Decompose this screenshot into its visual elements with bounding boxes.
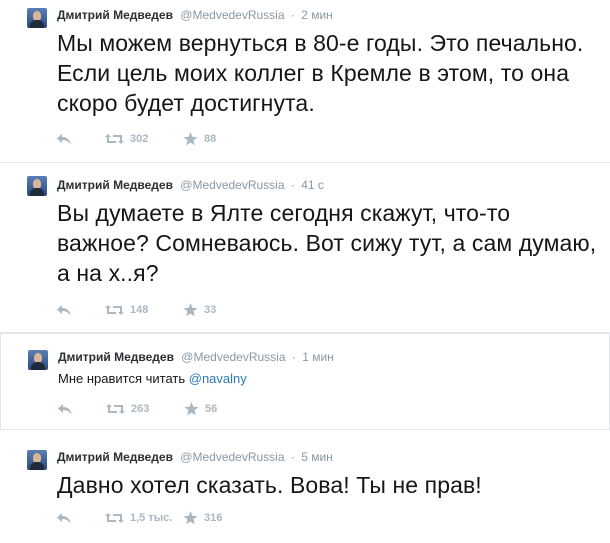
favorite-count: 33 xyxy=(204,304,217,316)
tweet-feed: Дмитрий Медведев @MedvedevRussia · 2 мин… xyxy=(0,0,610,543)
favorite-count: 88 xyxy=(204,133,217,145)
retweet-count: 263 xyxy=(131,403,150,415)
separator-dot: · xyxy=(290,450,295,464)
tweet-text: Мы можем вернуться в 80-е годы. Это печа… xyxy=(57,30,584,116)
retweet-count: 302 xyxy=(130,133,149,145)
star-icon xyxy=(183,511,198,525)
author-username[interactable]: @MedvedevRussia xyxy=(180,450,284,464)
tweet-header: Дмитрий Медведев @MedvedevRussia · 2 мин xyxy=(57,7,333,23)
retweet-button[interactable]: 148 xyxy=(105,304,183,316)
tweet-time[interactable]: 5 мин xyxy=(301,450,333,464)
separator-dot: · xyxy=(290,178,295,192)
tweet-text: Вы думаете в Ялте сегодня скажут, что-то… xyxy=(57,200,597,286)
tweet-actions: 302 88 xyxy=(57,131,243,147)
tweet-text: Мне нравится читать @navalny xyxy=(58,370,598,388)
author-username[interactable]: @MedvedevRussia xyxy=(180,8,284,22)
author-fullname[interactable]: Дмитрий Медведев xyxy=(57,450,173,464)
tweet-text-prefix: Мне нравится читать xyxy=(58,371,189,386)
reply-arrow-icon xyxy=(57,133,71,144)
reply-button[interactable] xyxy=(57,304,87,316)
retweet-count: 148 xyxy=(130,304,149,316)
reply-arrow-icon xyxy=(57,304,71,315)
tweet[interactable]: Дмитрий Медведев @MedvedevRussia · 2 мин… xyxy=(0,0,610,163)
retweet-button[interactable]: 302 xyxy=(105,133,183,145)
retweet-button[interactable]: 263 xyxy=(106,403,184,415)
reply-arrow-icon xyxy=(57,512,71,523)
retweet-button[interactable]: 1,5 тыс. xyxy=(105,512,183,524)
author-fullname[interactable]: Дмитрий Медведев xyxy=(57,8,173,22)
separator-dot: · xyxy=(291,350,296,364)
retweet-icon xyxy=(105,305,124,315)
retweet-count: 1,5 тыс. xyxy=(130,512,173,524)
tweet[interactable]: Дмитрий Медведев @MedvedevRussia · 5 мин… xyxy=(0,430,610,543)
reply-arrow-icon xyxy=(58,403,72,414)
tweet-header: Дмитрий Медведев @MedvedevRussia · 1 мин xyxy=(58,349,334,365)
retweet-icon xyxy=(105,513,124,523)
star-icon xyxy=(184,402,199,416)
tweet-header: Дмитрий Медведев @MedvedevRussia · 41 с xyxy=(57,177,324,193)
tweet[interactable]: Дмитрий Медведев @MedvedevRussia · 41 с … xyxy=(0,163,610,333)
retweet-icon xyxy=(106,404,125,414)
separator-dot: · xyxy=(290,8,295,22)
tweet-time[interactable]: 2 мин xyxy=(301,8,333,22)
avatar[interactable] xyxy=(27,8,47,28)
favorite-button[interactable]: 316 xyxy=(183,511,243,525)
author-fullname[interactable]: Дмитрий Медведев xyxy=(57,178,173,192)
tweet-actions: 1,5 тыс. 316 xyxy=(57,510,243,526)
reply-button[interactable] xyxy=(58,403,88,415)
star-icon xyxy=(183,132,198,146)
reply-button[interactable] xyxy=(57,133,87,145)
tweet-time[interactable]: 1 мин xyxy=(302,350,334,364)
author-fullname[interactable]: Дмитрий Медведев xyxy=(58,350,174,364)
retweet-icon xyxy=(105,134,124,144)
author-username[interactable]: @MedvedevRussia xyxy=(181,350,285,364)
tweet[interactable]: Дмитрий Медведев @MedvedevRussia · 1 мин… xyxy=(0,333,610,430)
tweet-actions: 263 56 xyxy=(58,401,244,417)
favorite-button[interactable]: 33 xyxy=(183,303,243,317)
tweet-header: Дмитрий Медведев @MedvedevRussia · 5 мин xyxy=(57,449,333,465)
tweet-text: Давно хотел сказать. Вова! Ты не прав! xyxy=(57,472,482,498)
favorite-button[interactable]: 56 xyxy=(184,402,244,416)
reply-button[interactable] xyxy=(57,512,87,524)
avatar[interactable] xyxy=(27,450,47,470)
mention-link[interactable]: @navalny xyxy=(189,371,247,386)
favorite-count: 56 xyxy=(205,403,218,415)
tweet-time[interactable]: 41 с xyxy=(301,178,324,192)
star-icon xyxy=(183,303,198,317)
author-username[interactable]: @MedvedevRussia xyxy=(180,178,284,192)
tweet-actions: 148 33 xyxy=(57,302,243,318)
avatar[interactable] xyxy=(28,350,48,370)
favorite-button[interactable]: 88 xyxy=(183,132,243,146)
avatar[interactable] xyxy=(27,176,47,196)
favorite-count: 316 xyxy=(204,512,223,524)
